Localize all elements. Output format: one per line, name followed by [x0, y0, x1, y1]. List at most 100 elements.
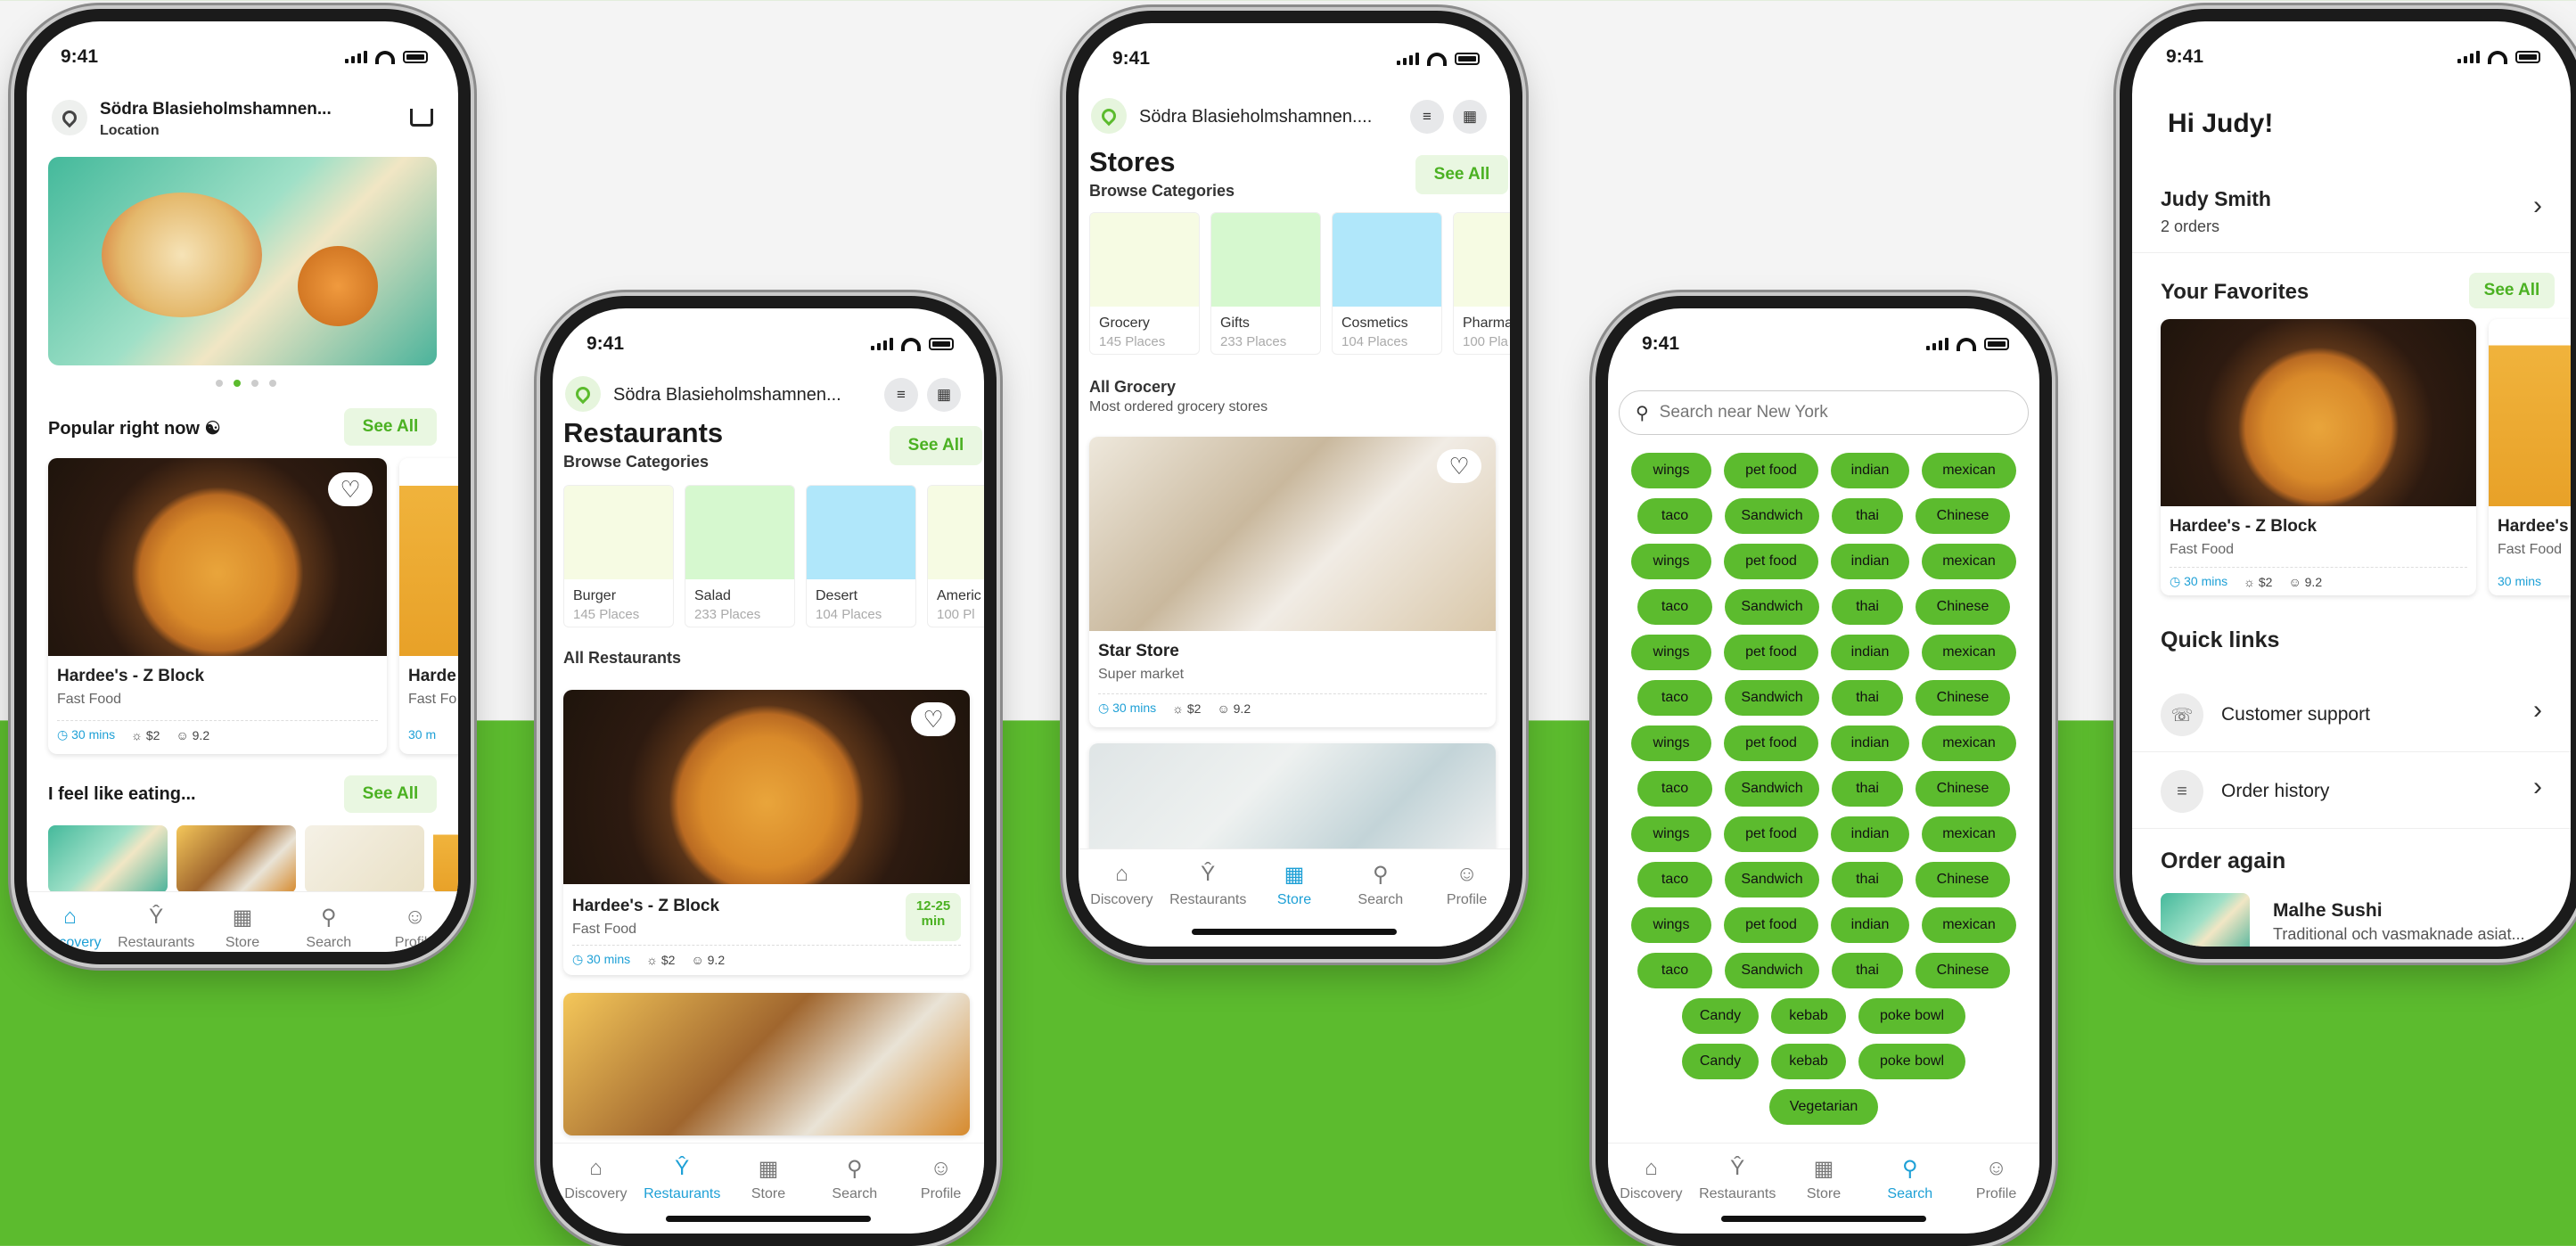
category-burger[interactable]: Burger 145 Places	[563, 485, 674, 627]
cuisine-chip[interactable]: pet food	[1724, 635, 1818, 670]
cuisine-chip[interactable]: taco	[1637, 589, 1712, 625]
nav-discovery[interactable]: ⌂ Discovery	[1086, 862, 1157, 908]
hero-banner[interactable]	[48, 157, 437, 365]
cuisine-chip[interactable]: Chinese	[1916, 953, 2010, 988]
category-cosmetics[interactable]: Cosmetics 104 Places	[1332, 212, 1442, 355]
nav-store[interactable]: ▦ Store	[1259, 862, 1330, 908]
nav-store[interactable]: ▦ Store	[207, 905, 278, 951]
cuisine-chip[interactable]: pet food	[1724, 453, 1818, 488]
popular-see-all-button[interactable]: See All	[344, 408, 437, 446]
cuisine-chip[interactable]: Sandwich	[1725, 498, 1819, 534]
favorite-card-2[interactable]: Hardee's - Fast Food 30 mins	[2489, 319, 2571, 595]
nav-search[interactable]: ⚲ Search	[1345, 862, 1416, 908]
category-gifts[interactable]: Gifts 233 Places	[1210, 212, 1321, 355]
cuisine-chip[interactable]: mexican	[1922, 725, 2016, 761]
cuisine-chip[interactable]: mexican	[1922, 907, 2016, 943]
link-order-history[interactable]: ≡ Order history ›	[2132, 754, 2571, 829]
category-pharma[interactable]: Pharma 100 Pla	[1453, 212, 1510, 355]
store-card-2[interactable]	[1089, 743, 1496, 865]
cuisine-chip[interactable]: pet food	[1724, 816, 1818, 852]
location-address[interactable]: Södra Blasieholmshamnen...	[613, 385, 841, 406]
cuisine-chip[interactable]: mexican	[1922, 453, 2016, 488]
eating-thumb[interactable]	[305, 825, 424, 893]
category-desert[interactable]: Desert 104 Places	[806, 485, 916, 627]
carousel-dot[interactable]	[216, 380, 223, 387]
cuisine-chip[interactable]: pet food	[1724, 907, 1818, 943]
cuisine-chip[interactable]: Chinese	[1916, 680, 2010, 716]
cuisine-chip[interactable]: Chinese	[1916, 589, 2010, 625]
cuisine-chip[interactable]: indian	[1831, 907, 1909, 943]
nav-profile[interactable]: ☺ Profile	[1432, 862, 1503, 908]
cuisine-chip[interactable]: indian	[1831, 544, 1909, 579]
nav-profile[interactable]: ☺ Profile	[906, 1156, 977, 1202]
store-card[interactable]: ♡ Star Store Super market ◷ 30 mins ☼ $2 ☺…	[1089, 437, 1496, 727]
cuisine-chip[interactable]: indian	[1831, 453, 1909, 488]
cuisine-chip[interactable]: poke bowl	[1858, 998, 1965, 1034]
cuisine-chip[interactable]: thai	[1832, 953, 1903, 988]
cuisine-chip[interactable]: Sandwich	[1725, 771, 1819, 807]
cuisine-chip[interactable]: wings	[1631, 635, 1711, 670]
nav-restaurants[interactable]: Ŷ Restaurants	[1699, 1156, 1776, 1202]
nav-store[interactable]: ▦ Store	[733, 1156, 804, 1202]
location-pin-icon[interactable]	[565, 376, 601, 412]
cuisine-chip[interactable]: wings	[1631, 453, 1711, 488]
location-pin-icon[interactable]	[52, 100, 87, 135]
popular-card-2[interactable]: Harde Fast Fo 30 m	[399, 458, 458, 754]
carousel-dot-active[interactable]	[234, 380, 241, 387]
favorite-heart-icon[interactable]: ♡	[911, 702, 956, 736]
cuisine-chip[interactable]: Vegetarian	[1769, 1089, 1878, 1125]
cuisine-chip[interactable]: pet food	[1724, 725, 1818, 761]
restaurant-card-2[interactable]	[563, 993, 970, 1135]
nav-restaurants[interactable]: Ŷ Restaurants	[644, 1156, 720, 1202]
cuisine-chip[interactable]: wings	[1631, 907, 1711, 943]
nav-search[interactable]: ⚲ Search	[1875, 1156, 1946, 1202]
eating-see-all-button[interactable]: See All	[344, 775, 437, 813]
nav-profile[interactable]: ☺ Profile	[1961, 1156, 2032, 1202]
cuisine-chip[interactable]: Sandwich	[1725, 589, 1819, 625]
cuisine-chip[interactable]: kebab	[1771, 1044, 1846, 1079]
cuisine-chip[interactable]: taco	[1637, 953, 1712, 988]
favorite-heart-icon[interactable]: ♡	[1437, 449, 1481, 483]
cuisine-chip[interactable]: mexican	[1922, 635, 2016, 670]
nav-discovery[interactable]: ⌂ Discovery	[1615, 1156, 1686, 1202]
cuisine-chip[interactable]: thai	[1832, 771, 1903, 807]
cuisine-chip[interactable]: indian	[1831, 725, 1909, 761]
filter-icon[interactable]: ≡	[884, 378, 918, 412]
cuisine-chip[interactable]: taco	[1637, 771, 1712, 807]
carousel-dot[interactable]	[269, 380, 276, 387]
nav-restaurants[interactable]: Ŷ Restaurants	[118, 905, 194, 951]
cuisine-chip[interactable]: taco	[1637, 862, 1712, 898]
nav-search[interactable]: ⚲ Search	[819, 1156, 890, 1202]
cuisine-chip[interactable]: thai	[1832, 589, 1903, 625]
cart-icon[interactable]	[410, 109, 433, 127]
cuisine-chip[interactable]: Sandwich	[1725, 862, 1819, 898]
cuisine-chip[interactable]: thai	[1832, 498, 1903, 534]
category-american[interactable]: Americ 100 Pl	[927, 485, 984, 627]
favorite-card[interactable]: Hardee's - Z Block Fast Food ◷ 30 mins ☼ …	[2161, 319, 2476, 595]
nav-search[interactable]: ⚲ Search	[293, 905, 365, 951]
favorite-heart-icon[interactable]: ♡	[328, 472, 373, 506]
eating-thumb[interactable]	[176, 825, 296, 893]
carousel-dot[interactable]	[251, 380, 258, 387]
see-all-button[interactable]: See All	[890, 426, 982, 465]
nav-store[interactable]: ▦ Store	[1788, 1156, 1859, 1202]
cuisine-chip[interactable]: wings	[1631, 725, 1711, 761]
favorites-see-all-button[interactable]: See All	[2469, 273, 2555, 308]
link-customer-support[interactable]: ☏ Customer support ›	[2132, 677, 2571, 752]
cuisine-chip[interactable]: mexican	[1922, 816, 2016, 852]
map-icon[interactable]: ▦	[927, 378, 961, 412]
location-address[interactable]: Södra Blasieholmshamnen....	[1139, 107, 1372, 127]
nav-discovery[interactable]: ⌂ Discovery	[560, 1156, 631, 1202]
popular-card[interactable]: ♡ Hardee's - Z Block Fast Food ◷ 30 mins…	[48, 458, 387, 754]
category-salad[interactable]: Salad 233 Places	[685, 485, 795, 627]
cuisine-chip[interactable]: Sandwich	[1725, 680, 1819, 716]
cuisine-chip[interactable]: taco	[1637, 498, 1712, 534]
order-again-row[interactable]: Malhe Sushi Traditional och vasmaknade a…	[2132, 893, 2571, 947]
category-grocery[interactable]: Grocery 145 Places	[1089, 212, 1200, 355]
nav-discovery[interactable]: ⌂ Discovery	[34, 905, 105, 951]
cuisine-chip[interactable]: Chinese	[1916, 771, 2010, 807]
map-icon[interactable]: ▦	[1453, 100, 1487, 134]
cuisine-chip[interactable]: Candy	[1682, 1044, 1759, 1079]
cuisine-chip[interactable]: mexican	[1922, 544, 2016, 579]
search-input[interactable]	[1659, 403, 1981, 422]
